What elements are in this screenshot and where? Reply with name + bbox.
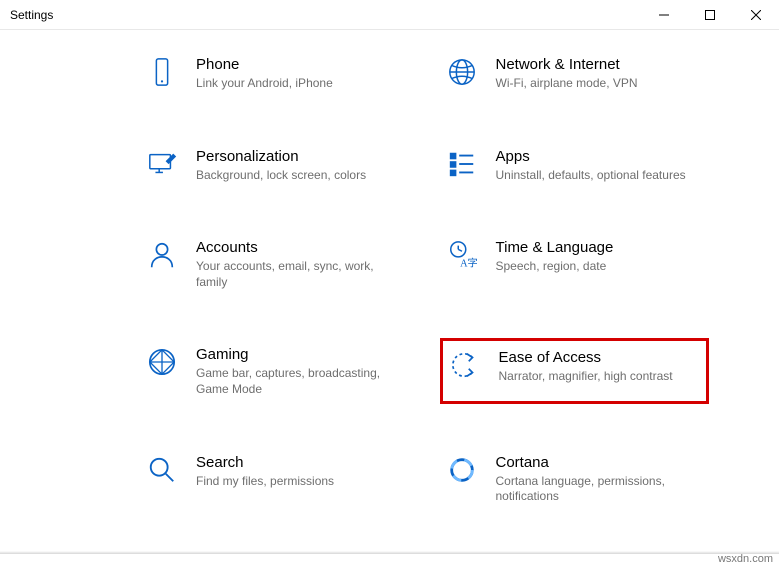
globe-icon xyxy=(446,56,478,88)
personalization-icon xyxy=(146,148,178,180)
gaming-icon xyxy=(146,346,178,378)
search-icon xyxy=(146,454,178,486)
settings-item-network[interactable]: Network & Internet Wi-Fi, airplane mode,… xyxy=(440,48,710,98)
item-title: Accounts xyxy=(196,239,404,256)
settings-item-accounts[interactable]: Accounts Your accounts, email, sync, wor… xyxy=(140,231,410,296)
settings-item-ease-of-access[interactable]: Ease of Access Narrator, magnifier, high… xyxy=(440,338,710,403)
close-button[interactable] xyxy=(733,0,779,30)
window-controls xyxy=(641,0,779,29)
item-desc: Game bar, captures, broadcasting, Game M… xyxy=(196,366,404,397)
minimize-button[interactable] xyxy=(641,0,687,30)
apps-icon xyxy=(446,148,478,180)
settings-item-cortana[interactable]: Cortana Cortana language, permissions, n… xyxy=(440,446,710,511)
settings-item-search[interactable]: Search Find my files, permissions xyxy=(140,446,410,511)
watermark: wsxdn.com xyxy=(718,553,773,565)
item-desc: Link your Android, iPhone xyxy=(196,76,404,92)
item-title: Phone xyxy=(196,56,404,73)
item-title: Network & Internet xyxy=(496,56,704,73)
item-desc: Cortana language, permissions, notificat… xyxy=(496,474,704,505)
accounts-icon xyxy=(146,239,178,271)
cortana-icon xyxy=(446,454,478,486)
item-desc: Speech, region, date xyxy=(496,259,704,275)
item-title: Gaming xyxy=(196,346,404,363)
item-title: Ease of Access xyxy=(499,349,701,366)
settings-item-time-language[interactable]: A字 Time & Language Speech, region, date xyxy=(440,231,710,296)
item-title: Personalization xyxy=(196,148,404,165)
item-title: Search xyxy=(196,454,404,471)
settings-item-personalization[interactable]: Personalization Background, lock screen,… xyxy=(140,140,410,190)
settings-grid: Phone Link your Android, iPhone Network … xyxy=(0,30,779,531)
item-desc: Uninstall, defaults, optional features xyxy=(496,168,704,184)
item-desc: Wi-Fi, airplane mode, VPN xyxy=(496,76,704,92)
item-desc: Find my files, permissions xyxy=(196,474,404,490)
window-title: Settings xyxy=(10,8,53,22)
bottom-shadow xyxy=(0,551,779,554)
item-title: Cortana xyxy=(496,454,704,471)
maximize-button[interactable] xyxy=(687,0,733,30)
time-language-icon: A字 xyxy=(446,239,478,271)
settings-item-gaming[interactable]: Gaming Game bar, captures, broadcasting,… xyxy=(140,338,410,403)
svg-text:A字: A字 xyxy=(460,256,477,269)
ease-of-access-icon xyxy=(449,349,481,381)
item-title: Time & Language xyxy=(496,239,704,256)
settings-item-phone[interactable]: Phone Link your Android, iPhone xyxy=(140,48,410,98)
titlebar: Settings xyxy=(0,0,779,30)
item-desc: Background, lock screen, colors xyxy=(196,168,404,184)
item-desc: Narrator, magnifier, high contrast xyxy=(499,369,701,385)
phone-icon xyxy=(146,56,178,88)
item-desc: Your accounts, email, sync, work, family xyxy=(196,259,404,290)
settings-item-apps[interactable]: Apps Uninstall, defaults, optional featu… xyxy=(440,140,710,190)
item-title: Apps xyxy=(496,148,704,165)
